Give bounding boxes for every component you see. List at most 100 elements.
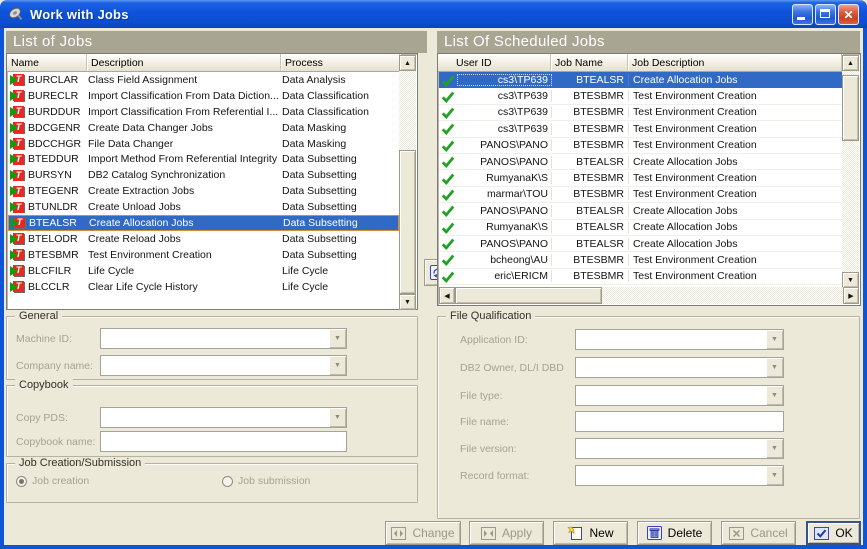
job-name-cell: BTESBMR (552, 139, 629, 151)
job-name-cell: BTEALSR (552, 205, 629, 217)
green-check-icon (441, 122, 455, 135)
title-bar: Work with Jobs ✕ (0, 0, 867, 28)
job-name-cell: BTEALSR (552, 74, 629, 86)
job-description-cell: Create Allocation Jobs (629, 205, 842, 217)
change-button: Change (385, 521, 461, 545)
column-header-job-name[interactable]: Job Name (551, 54, 628, 71)
close-button[interactable]: ✕ (838, 4, 859, 25)
file-name-field[interactable] (575, 411, 784, 432)
job-row[interactable]: T BTEDDUR Import Method From Referential… (8, 151, 399, 167)
column-header-job-description[interactable]: Job Description (628, 54, 842, 71)
job-row[interactable]: T BTUNLDR Create Unload Jobs Data Subset… (8, 199, 399, 215)
satellite-dish-icon (7, 5, 25, 23)
minimize-button[interactable] (792, 4, 813, 25)
scheduled-job-row[interactable]: PANOS\PANO BTESBMR Test Environment Crea… (439, 138, 842, 154)
window-title: Work with Jobs (30, 7, 129, 22)
scheduled-jobs-list: User ID Job Name Job Description cs3\TP6… (437, 53, 861, 306)
column-header-user-id[interactable]: User ID (438, 54, 551, 71)
scrollbar-thumb[interactable] (455, 287, 602, 304)
green-arrow-icon (10, 282, 18, 292)
column-header-process[interactable]: Process (281, 54, 400, 71)
scheduled-job-row[interactable]: cs3\TP639 BTEALSR Create Allocation Jobs (439, 72, 842, 88)
general-group-label: General (15, 310, 62, 322)
column-header-name[interactable]: Name (7, 54, 87, 71)
job-name-cell: BTESBMR (28, 249, 79, 261)
job-description-cell: Create Extraction Jobs (88, 185, 282, 197)
db2-owner-combo: ▼ (575, 357, 784, 378)
job-name-cell: BTEALSR (552, 221, 629, 233)
chevron-down-icon: ▼ (771, 392, 778, 399)
scroll-up-button[interactable]: ▲ (399, 55, 416, 71)
user-id-cell: cs3\TP639 (457, 106, 552, 118)
scheduled-job-row[interactable]: PANOS\PANO BTEALSR Create Allocation Job… (439, 236, 842, 252)
maximize-button[interactable] (815, 4, 836, 25)
scheduled-job-row[interactable]: marmar\TOU BTESBMR Test Environment Crea… (439, 187, 842, 203)
scheduled-job-row[interactable]: PANOS\PANO BTEALSR Create Allocation Job… (439, 203, 842, 219)
scroll-right-button[interactable]: ▶ (843, 287, 859, 304)
green-arrow-icon (10, 170, 18, 180)
job-name-cell: BURDDUR (28, 106, 81, 118)
job-row[interactable]: T BURCLAR Class Field Assignment Data An… (8, 72, 399, 88)
job-row[interactable]: T BTESBMR Test Environment Creation Data… (8, 247, 399, 263)
ok-button[interactable]: OK (806, 521, 861, 545)
job-name-cell: BTEDDUR (28, 153, 79, 165)
scheduled-job-row[interactable]: eric\ERICM BTESBMR Test Environment Crea… (439, 269, 842, 285)
copy-pds-combo: ▼ (100, 407, 347, 428)
job-row[interactable]: T BLCCLR Clear Life Cycle History Life C… (8, 279, 399, 295)
scheduled-job-row[interactable]: cs3\TP639 BTESBMR Test Environment Creat… (439, 88, 842, 104)
job-type-icon: T (10, 186, 24, 197)
db2-owner-label: DB2 Owner, DL/I DBD (460, 362, 564, 374)
copybook-name-field[interactable] (100, 431, 347, 452)
new-button[interactable]: New (553, 521, 628, 545)
job-description-cell: Test Environment Creation (629, 106, 842, 118)
scheduled-job-row[interactable]: bcheong\AU BTESBMR Test Environment Crea… (439, 252, 842, 268)
job-process-cell: Data Subsetting (282, 185, 399, 197)
job-row[interactable]: T BTEALSR Create Allocation Jobs Data Su… (8, 215, 399, 231)
copybook-name-input[interactable] (101, 432, 346, 451)
job-description-cell: Test Environment Creation (629, 188, 842, 200)
job-row[interactable]: T BDCCHGR File Data Changer Data Masking (8, 136, 399, 152)
scheduled-job-row[interactable]: cs3\TP639 BTESBMR Test Environment Creat… (439, 121, 842, 137)
scroll-down-button[interactable]: ▼ (399, 294, 416, 310)
job-row[interactable]: T BURDDUR Import Classification From Ref… (8, 104, 399, 120)
job-name-cell: BTESBMR (552, 172, 629, 184)
scheduled-job-row[interactable]: RumyanaK\S BTESBMR Test Environment Crea… (439, 170, 842, 186)
new-button-label: New (589, 526, 613, 540)
scrollbar-thumb[interactable] (399, 150, 416, 294)
green-check-icon (441, 172, 455, 185)
scheduled-job-row[interactable]: cs3\TP639 BTESBMR Test Environment Creat… (439, 105, 842, 121)
maximize-icon (820, 9, 830, 18)
job-description-cell: DB2 Catalog Synchronization (88, 169, 282, 181)
job-row[interactable]: T BTEGENR Create Extraction Jobs Data Su… (8, 183, 399, 199)
job-row[interactable]: T BLCFILR Life Cycle Life Cycle (8, 263, 399, 279)
job-row[interactable]: T BDCGENR Create Data Changer Jobs Data … (8, 120, 399, 136)
scheduled-job-row[interactable]: PANOS\PANO BTEALSR Create Allocation Job… (439, 154, 842, 170)
job-row[interactable]: T BTELODR Create Reload Jobs Data Subset… (8, 231, 399, 247)
job-type-icon: T (10, 170, 24, 181)
scheduled-job-row[interactable]: RumyanaK\S BTEALSR Create Allocation Job… (439, 220, 842, 236)
user-id-cell: PANOS\PANO (457, 238, 552, 250)
job-row[interactable]: T BURECLR Import Classification From Dat… (8, 88, 399, 104)
green-check-icon (441, 270, 455, 283)
job-row[interactable]: T BURSYN DB2 Catalog Synchronization Dat… (8, 167, 399, 183)
delete-button[interactable]: Delete (637, 521, 712, 545)
file-version-input (576, 439, 766, 458)
job-description-cell: Life Cycle (88, 265, 282, 277)
scroll-left-button[interactable]: ◀ (439, 287, 455, 304)
file-type-input (576, 386, 766, 405)
column-header-description[interactable]: Description (87, 54, 281, 71)
job-description-cell: Import Classification From Referential I… (88, 106, 282, 118)
job-type-icon: T (10, 154, 24, 165)
job-process-cell: Data Subsetting (282, 233, 399, 245)
copy-pds-label: Copy PDS: (16, 412, 68, 424)
job-type-icon: T (10, 138, 24, 149)
green-check-icon (441, 237, 455, 250)
chevron-down-icon: ▼ (334, 414, 341, 421)
scroll-down-button[interactable]: ▼ (842, 272, 859, 288)
minimize-icon (797, 17, 805, 20)
job-process-cell: Data Masking (282, 122, 399, 134)
file-name-input[interactable] (576, 412, 783, 431)
scroll-up-button[interactable]: ▲ (842, 55, 859, 71)
scrollbar-thumb[interactable] (842, 75, 859, 141)
job-description-cell: Test Environment Creation (629, 139, 842, 151)
